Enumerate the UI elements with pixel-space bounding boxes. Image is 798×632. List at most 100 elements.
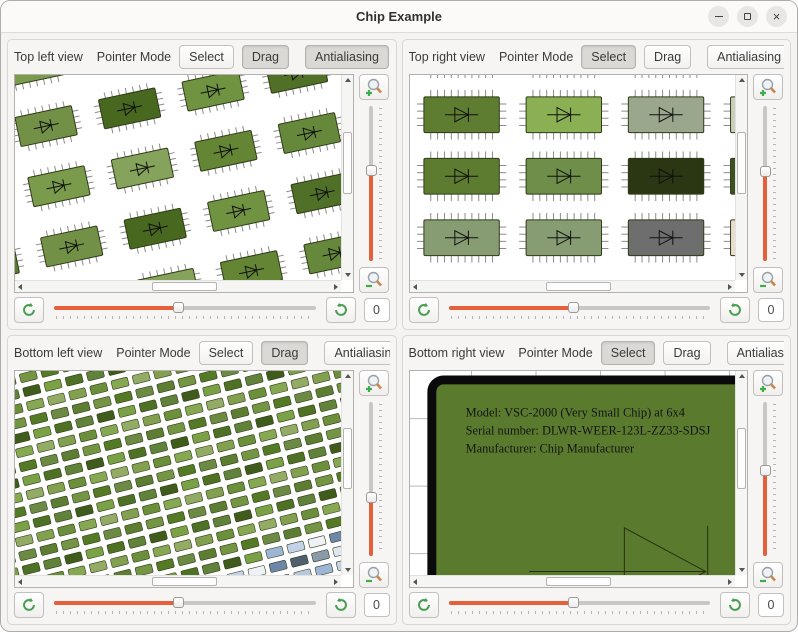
horizontal-scrollbar[interactable] [15,575,341,587]
horizontal-scrollbar[interactable] [410,575,736,587]
graphics-view[interactable] [409,74,749,293]
scrollbar-thumb[interactable] [152,282,217,291]
antialiasing-toggle[interactable]: Antialiasing [305,45,389,69]
slider-ticks [379,108,382,259]
scroll-up-icon[interactable] [345,78,351,82]
zoom-slider[interactable] [759,400,777,559]
select-mode-button[interactable]: Select [199,341,254,365]
drag-mode-button[interactable]: Drag [242,45,289,69]
slider-handle[interactable] [760,166,771,177]
vertical-scrollbar[interactable] [735,75,747,280]
zoom-slider[interactable] [365,104,383,263]
zoom-in-button[interactable] [359,370,389,396]
rotate-controls: 0 [409,592,785,618]
graphics-canvas[interactable] [410,75,736,280]
slider-handle[interactable] [568,302,579,313]
graphics-canvas[interactable] [15,371,341,576]
view-title: Bottom left view [14,346,102,360]
vertical-scrollbar[interactable] [341,75,353,280]
rotate-right-button[interactable] [326,297,356,323]
slider-handle[interactable] [760,465,771,476]
scroll-up-icon[interactable] [739,78,745,82]
scrollbar-thumb[interactable] [737,132,746,193]
select-mode-button[interactable]: Select [601,341,656,365]
scrollbar-thumb[interactable] [152,577,217,586]
panel-top-left: Top left view Pointer Mode Select Drag A… [7,39,397,330]
scroll-right-icon[interactable] [334,579,338,585]
rotate-slider[interactable] [52,300,318,320]
slider-handle[interactable] [568,597,579,608]
scrollbar-thumb[interactable] [546,282,611,291]
select-mode-button[interactable]: Select [581,45,636,69]
zoom-in-button[interactable] [753,370,783,396]
rotation-value[interactable]: 0 [758,593,784,617]
slider-handle[interactable] [173,302,184,313]
rotate-slider[interactable] [447,595,713,615]
minimize-button[interactable] [708,6,729,27]
rotate-left-button[interactable] [409,592,439,618]
slider-handle[interactable] [366,492,377,503]
graphics-view[interactable] [14,74,354,293]
antialiasing-toggle[interactable]: Antialiasing [707,45,784,69]
rotation-value[interactable]: 0 [364,593,390,617]
antialiasing-toggle[interactable]: Antialiasing [727,341,784,365]
rotate-slider[interactable] [447,300,713,320]
scroll-left-icon[interactable] [413,579,417,585]
scroll-down-icon[interactable] [739,273,745,277]
graphics-canvas[interactable] [15,75,341,280]
scroll-right-icon[interactable] [728,579,732,585]
rotate-slider[interactable] [52,595,318,615]
rotate-left-icon [415,301,433,319]
zoom-controls [358,370,390,589]
scroll-up-icon[interactable] [345,374,351,378]
rotate-right-button[interactable] [720,592,750,618]
graphics-view[interactable]: Model: VSC-2000 (Very Small Chip) at 6x4… [409,370,749,589]
drag-mode-button[interactable]: Drag [261,341,308,365]
slider-handle[interactable] [366,165,377,176]
scroll-up-icon[interactable] [739,374,745,378]
vertical-scrollbar[interactable] [341,371,353,576]
graphics-view[interactable] [14,370,354,589]
scrollbar-thumb[interactable] [343,132,352,193]
rotate-right-button[interactable] [326,592,356,618]
scroll-right-icon[interactable] [334,284,338,290]
scroll-right-icon[interactable] [728,284,732,290]
scroll-down-icon[interactable] [345,568,351,572]
slider-ticks [451,611,709,614]
horizontal-scrollbar[interactable] [410,280,736,292]
panel-header: Top left view Pointer Mode Select Drag A… [14,44,390,70]
scrollbar-thumb[interactable] [737,428,746,489]
zoom-in-button[interactable] [359,74,389,100]
drag-mode-button[interactable]: Drag [663,341,710,365]
scroll-left-icon[interactable] [18,579,22,585]
title-bar[interactable]: Chip Example × [1,1,797,33]
scroll-left-icon[interactable] [18,284,22,290]
select-mode-button[interactable]: Select [179,45,234,69]
scroll-down-icon[interactable] [345,273,351,277]
zoom-slider[interactable] [759,104,777,263]
zoom-slider[interactable] [365,400,383,559]
rotate-left-button[interactable] [14,592,44,618]
scrollbar-thumb[interactable] [343,428,352,489]
antialiasing-toggle[interactable]: Antialiasing [324,341,389,365]
close-button[interactable]: × [766,6,787,27]
zoom-out-button[interactable] [359,562,389,588]
drag-mode-button[interactable]: Drag [644,45,691,69]
maximize-button[interactable] [737,6,758,27]
zoom-out-button[interactable] [753,562,783,588]
slider-handle[interactable] [173,597,184,608]
rotate-left-button[interactable] [14,297,44,323]
horizontal-scrollbar[interactable] [15,280,341,292]
vertical-scrollbar[interactable] [735,371,747,576]
rotation-value[interactable]: 0 [364,298,390,322]
rotate-left-button[interactable] [409,297,439,323]
zoom-in-button[interactable] [753,74,783,100]
rotate-right-button[interactable] [720,297,750,323]
scrollbar-thumb[interactable] [546,577,611,586]
scroll-down-icon[interactable] [739,568,745,572]
zoom-out-button[interactable] [359,267,389,293]
zoom-out-button[interactable] [753,267,783,293]
rotation-value[interactable]: 0 [758,298,784,322]
scroll-left-icon[interactable] [413,284,417,290]
graphics-canvas[interactable]: Model: VSC-2000 (Very Small Chip) at 6x4… [410,371,736,576]
